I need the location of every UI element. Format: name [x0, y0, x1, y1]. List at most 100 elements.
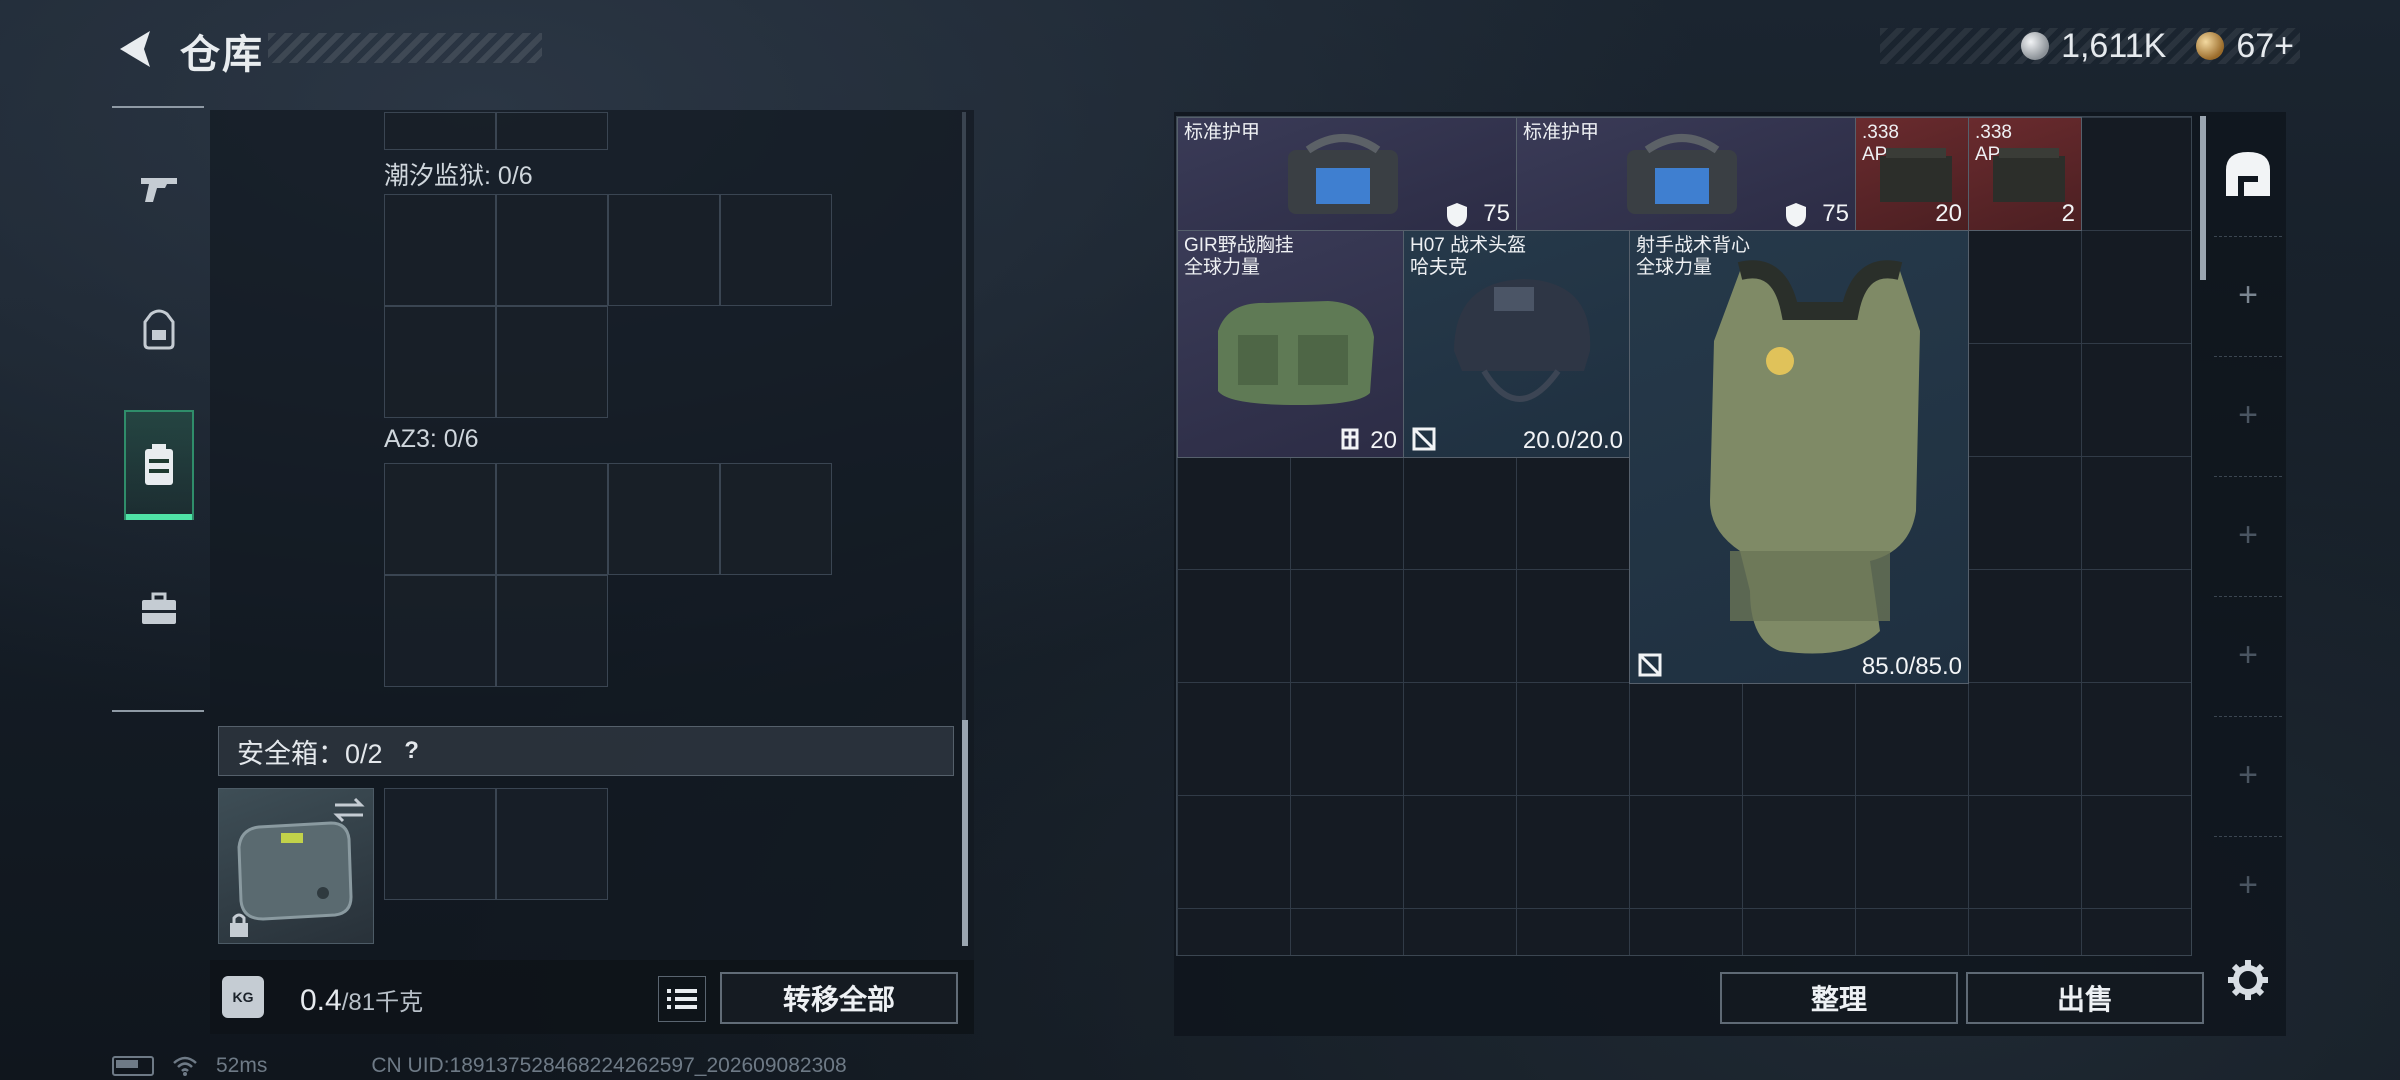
- wifi-icon: [173, 1056, 197, 1076]
- item-count: 2: [2061, 200, 2075, 227]
- container-slot[interactable]: [496, 194, 608, 306]
- weight-readout: 0.4/81千克: [300, 982, 423, 1018]
- container-slot[interactable]: [384, 306, 496, 418]
- help-icon[interactable]: ?: [397, 736, 427, 766]
- container-slot[interactable]: [384, 575, 496, 687]
- sidebar-divider: [112, 106, 204, 108]
- plus-icon: +: [2238, 515, 2258, 554]
- container-slot[interactable]: [496, 575, 608, 687]
- item-armor-level: 75: [1483, 200, 1510, 227]
- item-durability: 85.0/85.0: [1861, 653, 1962, 680]
- gear-icon: [2228, 960, 2268, 1000]
- safe-box-label: 安全箱：0/2: [237, 738, 383, 769]
- sidebar-item-tools[interactable]: [124, 554, 194, 664]
- storage-item-armor[interactable]: 标准护甲 75: [1516, 117, 1856, 231]
- item-name: GIR野战胸挂 全球力量: [1184, 235, 1294, 278]
- pistol-icon: [141, 178, 177, 202]
- container-slot[interactable]: [608, 463, 720, 575]
- storage-item-ammo[interactable]: .338 AP 20: [1855, 117, 1969, 231]
- container-slot[interactable]: [496, 463, 608, 575]
- armor-box-icon: [1288, 134, 1398, 214]
- battery-icon: [112, 1056, 154, 1076]
- chest-rig-icon: [1218, 301, 1374, 405]
- capacity-icon: [1341, 428, 1359, 450]
- storage-item-vest[interactable]: 射手战术背心 全球力量 85.0/85.0: [1629, 230, 1969, 684]
- weight-icon: KG: [222, 976, 264, 1018]
- warehouse-icon: [2226, 152, 2270, 196]
- safe-box-item[interactable]: [218, 788, 374, 944]
- storage-tab-add[interactable]: +: [2214, 476, 2282, 593]
- item-capacity: 20: [1370, 427, 1397, 454]
- currency-bar: 1,611K 67+: [1880, 26, 2300, 66]
- sidebar-divider: [112, 710, 204, 712]
- durability-icon: [1412, 427, 1436, 451]
- title-decoration: [268, 33, 542, 63]
- tactical-vest-icon: [1710, 260, 1920, 654]
- sidebar-item-storage[interactable]: [124, 410, 194, 520]
- container-slot[interactable]: [720, 194, 832, 306]
- storage-item-armor[interactable]: 标准护甲 75: [1177, 117, 1517, 231]
- safe-box-slot[interactable]: [496, 788, 608, 900]
- toolbox-icon: [142, 592, 176, 624]
- safe-box-slot[interactable]: [384, 788, 496, 900]
- back-button[interactable]: [112, 24, 156, 74]
- armor-shield-icon: [1447, 203, 1467, 227]
- uid-text: CN UID:1891375284682242625​97_2026090823…: [371, 1054, 847, 1077]
- plus-icon: +: [2238, 865, 2258, 904]
- container-slot[interactable]: [608, 194, 720, 306]
- page-title: 仓库: [180, 33, 264, 77]
- sidebar-item-backpack[interactable]: [124, 274, 194, 384]
- container-slot[interactable]: [720, 463, 832, 575]
- storage-item-helmet[interactable]: H07 战术头盔 哈夫克 20.0/20.0: [1403, 230, 1630, 458]
- item-name: 标准护甲: [1523, 122, 1600, 143]
- storage-page-tabs: + + + + + +: [2214, 116, 2282, 956]
- swap-icon[interactable]: [331, 795, 367, 825]
- storage-item-chest-rig[interactable]: GIR野战胸挂 全球力量 20: [1177, 230, 1404, 458]
- storage-tab-add[interactable]: +: [2214, 716, 2282, 833]
- container-slot[interactable]: [496, 306, 608, 418]
- storage-scrollbar[interactable]: [2200, 116, 2206, 280]
- plus-icon: +: [2238, 635, 2258, 674]
- weight-max: /81千克: [341, 989, 424, 1016]
- gold-currency-value[interactable]: 67+: [2236, 27, 2294, 66]
- storage-tab-add[interactable]: +: [2214, 836, 2282, 933]
- storage-tab-add[interactable]: +: [2214, 596, 2282, 713]
- silver-currency-value: 1,611K: [2061, 26, 2167, 65]
- plus-icon: +: [2238, 395, 2258, 434]
- back-arrow-icon: [120, 31, 150, 67]
- armor-shield-icon: [1786, 203, 1806, 227]
- container-slot[interactable]: [384, 194, 496, 306]
- storage-grid[interactable]: 标准护甲 75 标准护甲 75 .338 AP 20 .338 AP 2 GIR…: [1176, 116, 2192, 956]
- storage-tab-add[interactable]: +: [2214, 356, 2282, 473]
- item-name: 标准护甲: [1184, 122, 1261, 143]
- container-label: 潮汐监狱: 0/6: [384, 162, 533, 190]
- durability-icon: [1638, 653, 1662, 677]
- storage-tab-add[interactable]: +: [2214, 236, 2282, 353]
- list-icon: [667, 989, 697, 1009]
- ping-text: 52ms: [216, 1054, 268, 1077]
- sell-button[interactable]: 出售: [1966, 972, 2204, 1024]
- ammo-box-icon: [1880, 148, 1952, 202]
- scrollbar-thumb[interactable]: [962, 720, 968, 946]
- storage-tab-main[interactable]: [2214, 116, 2282, 232]
- plus-icon: +: [2238, 275, 2258, 314]
- container-slot[interactable]: [384, 463, 496, 575]
- safe-box-header: 安全箱：0/2 ?: [218, 726, 954, 776]
- container-slot[interactable]: [384, 112, 496, 150]
- lock-icon: [230, 913, 248, 937]
- list-view-button[interactable]: [658, 976, 706, 1022]
- settings-button[interactable]: [2222, 954, 2274, 1006]
- backpack-icon: [143, 309, 175, 350]
- plus-icon: +: [2238, 755, 2258, 794]
- transfer-all-button[interactable]: 转移全部: [720, 972, 958, 1024]
- category-sidebar: [112, 106, 204, 712]
- helmet-icon: [1454, 279, 1591, 402]
- item-count: 20: [1935, 200, 1962, 227]
- sort-button[interactable]: 整理: [1720, 972, 1958, 1024]
- container-slot[interactable]: [496, 112, 608, 150]
- container-label: AZ3: 0/6: [384, 425, 479, 453]
- item-durability: 20.0/20.0: [1522, 427, 1623, 454]
- gold-coin-icon: [2196, 32, 2225, 60]
- storage-item-ammo[interactable]: .338 AP 2: [1968, 117, 2082, 231]
- sidebar-item-weapons[interactable]: [124, 134, 194, 244]
